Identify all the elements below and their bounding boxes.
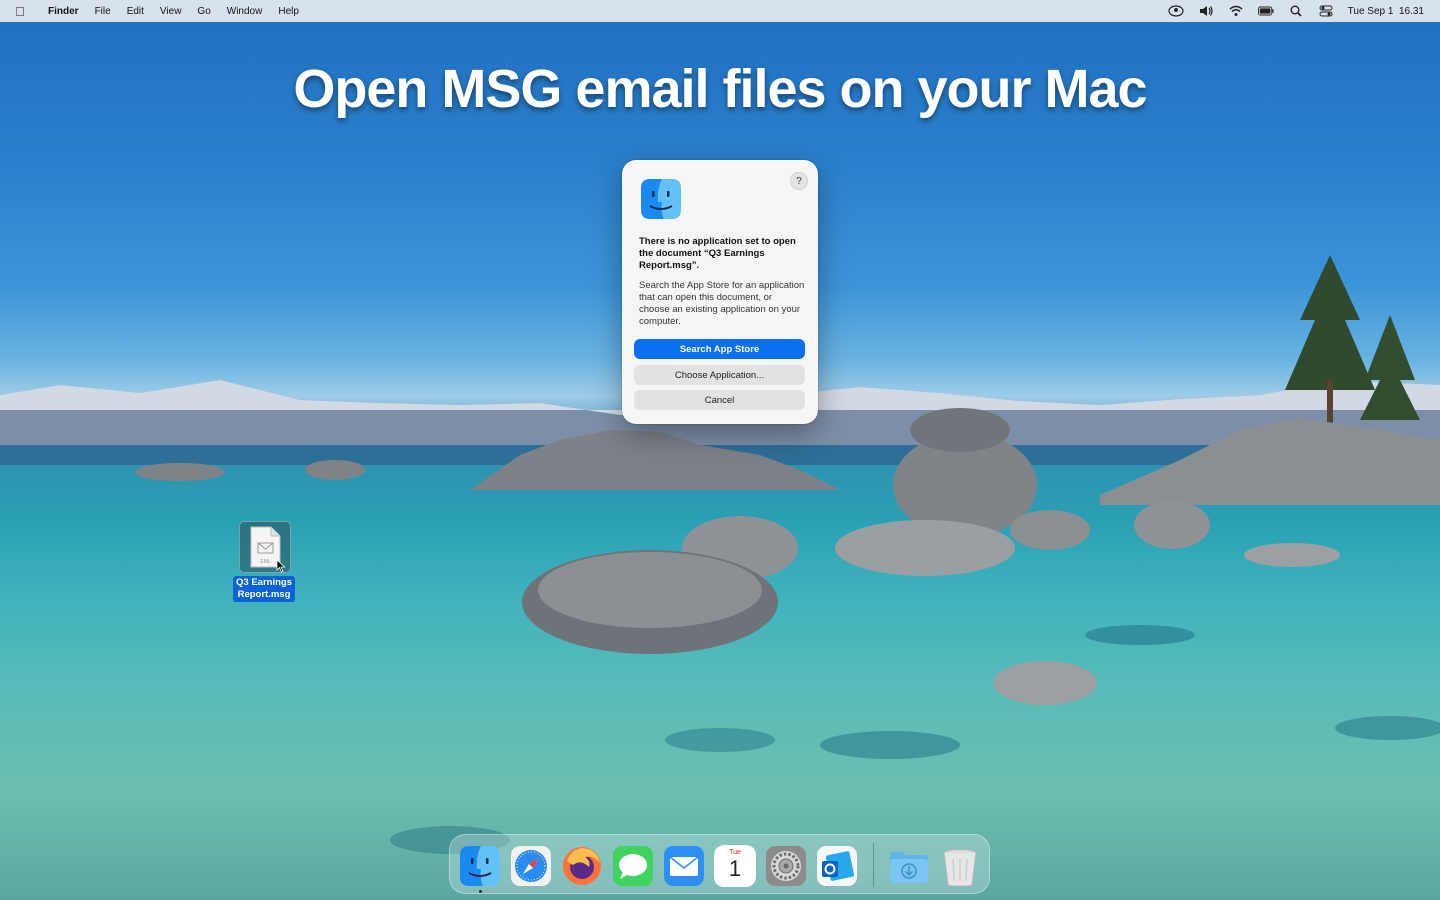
battery-icon[interactable] — [1257, 5, 1274, 17]
finder-running-indicator — [479, 890, 482, 893]
dock-finder-icon[interactable] — [459, 845, 501, 887]
finder-icon — [641, 179, 681, 219]
apple-logo-icon[interactable]:  — [0, 4, 40, 19]
calendar-day-label: 1 — [728, 856, 742, 881]
mouse-pointer-icon — [276, 559, 286, 573]
menu-bar:  Finder File Edit View Go Window Help T… — [0, 0, 1440, 22]
dock-messages-icon[interactable] — [612, 845, 654, 887]
dock-system-preferences-icon[interactable] — [765, 845, 807, 887]
dialog-message: Search the App Store for an application … — [639, 280, 805, 327]
user-account-icon[interactable] — [1168, 5, 1184, 17]
no-application-dialog: ? There is no application set to open th… — [622, 160, 818, 424]
msg-file-icon[interactable]: EML — [239, 521, 291, 573]
dock-mail-icon[interactable] — [663, 845, 705, 887]
menu-clock[interactable]: Tue Sep 1 16.31 — [1348, 6, 1424, 17]
help-button[interactable]: ? — [790, 172, 808, 190]
search-app-store-button[interactable]: Search App Store — [634, 339, 805, 359]
menu-app-name[interactable]: Finder — [40, 6, 87, 17]
menu-go[interactable]: Go — [189, 6, 218, 17]
file-label-line1: Q3 Earnings — [236, 577, 292, 588]
spotlight-search-icon[interactable] — [1288, 5, 1304, 17]
menu-help[interactable]: Help — [270, 6, 307, 17]
msg-file-label[interactable]: Q3 Earnings Report.msg — [233, 576, 295, 602]
dock-safari-icon[interactable] — [510, 845, 552, 887]
menu-edit[interactable]: Edit — [119, 6, 152, 17]
menu-window[interactable]: Window — [219, 6, 271, 17]
dock-outlook-icon[interactable] — [816, 845, 858, 887]
dock-trash-icon[interactable] — [939, 845, 981, 887]
volume-icon[interactable] — [1198, 5, 1214, 17]
choose-application-button[interactable]: Choose Application... — [634, 365, 805, 385]
wifi-icon[interactable] — [1228, 5, 1244, 17]
dock-firefox-icon[interactable] — [561, 845, 603, 887]
dialog-title: There is no application set to open the … — [639, 236, 796, 271]
dock: Tue 1 — [449, 834, 990, 894]
control-center-icon[interactable] — [1318, 5, 1334, 17]
file-label-line2: Report.msg — [237, 589, 291, 600]
menu-view[interactable]: View — [152, 6, 190, 17]
page-headline: Open MSG email files on your Mac — [293, 59, 1147, 119]
dock-separator — [873, 843, 874, 887]
menu-file[interactable]: File — [87, 6, 119, 17]
dock-calendar-icon[interactable]: Tue 1 — [714, 845, 756, 887]
dock-downloads-folder-icon[interactable] — [888, 845, 930, 887]
cancel-button[interactable]: Cancel — [634, 390, 805, 410]
eml-badge: EML — [260, 559, 271, 565]
